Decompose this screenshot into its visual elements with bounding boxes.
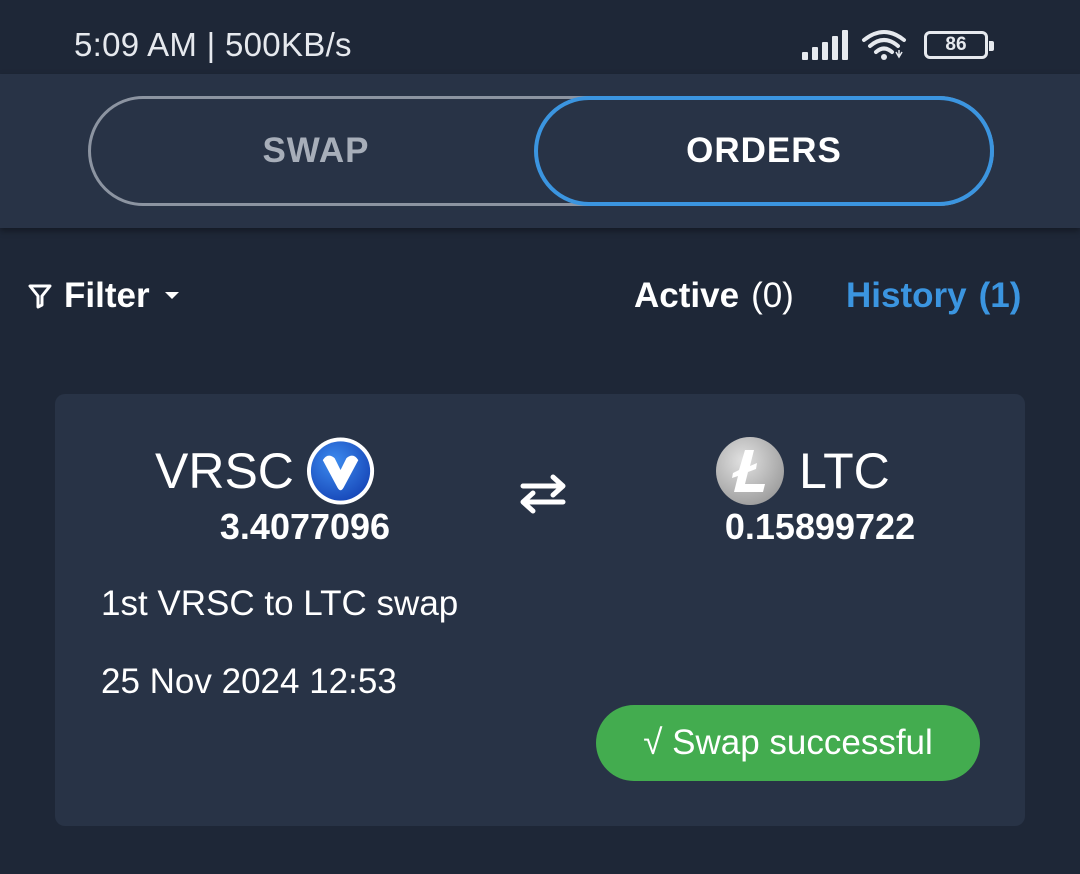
filter-label: Filter	[64, 276, 150, 315]
tab-active-count: (0)	[751, 276, 794, 315]
wifi-icon	[862, 30, 906, 60]
to-coin: LTC	[715, 436, 955, 506]
status-bar: 5:09 AM | 500KB/s 86	[0, 0, 1080, 74]
order-memo: 1st VRSC to LTC swap	[101, 584, 459, 623]
tab-history-count: (1)	[978, 276, 1022, 315]
ltc-logo-icon	[716, 437, 784, 505]
tab-active-label: Active	[634, 276, 740, 315]
from-amount: 3.4077096	[219, 506, 391, 547]
filter-icon	[28, 284, 52, 309]
to-coin-symbol: LTC	[799, 443, 890, 499]
status-badge: √ Swap successful	[596, 705, 980, 781]
order-card[interactable]: VRSC 3.4077096 LTC 0.15899722 1st VRSC t…	[55, 394, 1025, 826]
tab-swap[interactable]: SWAP	[91, 99, 541, 203]
from-coin-symbol: VRSC	[155, 443, 294, 499]
chevron-down-icon	[164, 292, 179, 299]
battery-icon: 86	[924, 31, 994, 59]
tab-history-label: History	[846, 276, 967, 315]
order-date: 25 Nov 2024 12:53	[101, 662, 397, 701]
tab-history[interactable]: History (1)	[846, 274, 1021, 318]
swap-arrows-icon	[520, 474, 566, 514]
vrsc-logo-icon	[306, 437, 375, 505]
filter-button[interactable]: Filter	[28, 274, 192, 318]
to-amount: 0.15899722	[724, 506, 916, 547]
tab-active[interactable]: Active (0)	[634, 274, 794, 318]
status-icons: 86	[800, 28, 1000, 62]
status-time: 5:09 AM | 500KB/s	[74, 26, 352, 63]
header: SWAP ORDERS	[0, 74, 1080, 228]
signal-icon	[802, 30, 848, 60]
tab-orders[interactable]: ORDERS	[534, 96, 994, 206]
from-coin: VRSC	[155, 436, 375, 506]
segmented-control: SWAP ORDERS	[88, 96, 994, 206]
